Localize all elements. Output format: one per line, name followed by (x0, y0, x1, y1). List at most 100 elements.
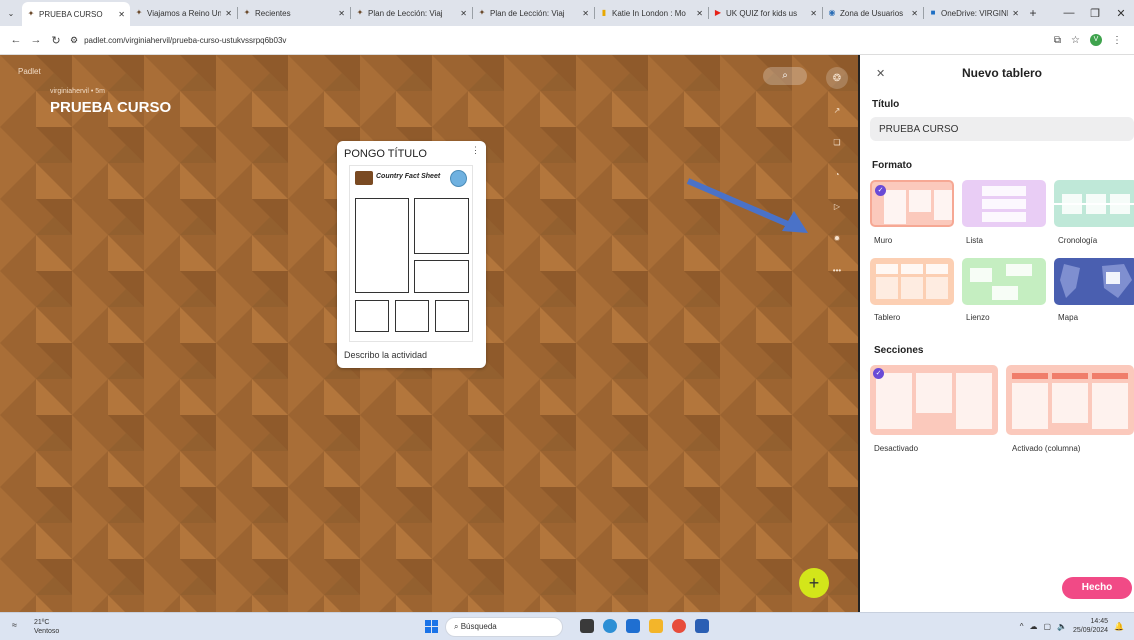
close-tab-icon[interactable]: ✕ (338, 9, 345, 18)
post-title: PONGO TÍTULO (344, 148, 427, 160)
tab-search-icon[interactable]: ⌄ (0, 9, 22, 18)
check-icon: ✓ (873, 368, 884, 379)
sections-columns-option[interactable] (1006, 365, 1134, 435)
tab-prueba-curso[interactable]: ✦ PRUEBA CURSO ✕ (22, 2, 130, 26)
format-cronologia[interactable] (1054, 180, 1134, 227)
remake-button[interactable]: ❏ (826, 131, 848, 153)
worksheet-image[interactable]: Country Fact Sheet (349, 165, 473, 342)
restore-icon[interactable]: ❐ (1082, 7, 1108, 20)
format-lienzo[interactable] (962, 258, 1046, 305)
close-icon[interactable]: ✕ (876, 67, 885, 80)
post-menu-icon[interactable]: ⋮ (471, 145, 480, 156)
board-title[interactable]: PRUEBA CURSO (50, 99, 171, 116)
volume-icon[interactable]: 🔈 (1057, 622, 1067, 631)
share-button[interactable]: ↗ (826, 99, 848, 121)
settings-button[interactable]: ✹ (826, 227, 848, 249)
new-tab-button[interactable]: + (1024, 6, 1042, 20)
close-tab-icon[interactable]: ✕ (1012, 9, 1019, 18)
onedrive-icon: ■ (930, 8, 936, 17)
worksheet-flag-box (414, 260, 469, 293)
cast-icon[interactable]: ⧉ (1054, 35, 1061, 46)
worksheet-map-box (414, 198, 469, 254)
tab-recientes[interactable]: ✦ Recientes ✕ (238, 2, 350, 24)
back-icon[interactable]: ← (6, 34, 26, 46)
slideshow-button[interactable]: ▷ (826, 195, 848, 217)
tab-plan-leccion-1[interactable]: ✦ Plan de Lección: Viaj ✕ (351, 2, 472, 24)
sections-off-option[interactable]: ✓ (870, 365, 998, 435)
clock[interactable]: 14:45 25/09/2024 (1073, 617, 1108, 635)
padlet-icon: ✦ (356, 8, 364, 17)
add-post-button[interactable]: + (799, 568, 829, 598)
tab-zona-usuarios[interactable]: ◉ Zona de Usuarios ✕ (823, 2, 923, 24)
file-explorer-icon[interactable] (649, 619, 663, 633)
play-icon: ▷ (833, 201, 841, 211)
mapa-preview (1060, 264, 1132, 298)
worksheet-facts-box (355, 198, 409, 293)
bookmark-star-icon[interactable]: ☆ (1071, 35, 1080, 46)
format-tablero[interactable] (870, 258, 954, 305)
format-muro[interactable]: ✓ (870, 180, 954, 227)
tab-viajamos[interactable]: ✦ Viajamos a Reino Un ✕ (130, 2, 237, 24)
taskbar-apps (580, 619, 709, 633)
secciones-label: Secciones (874, 345, 924, 356)
format-muro-label: Muro (874, 236, 893, 245)
url-field[interactable]: ⚙ padlet.com/virginiahervil/prueba-curso… (70, 35, 1054, 46)
tab-onedrive[interactable]: ■ OneDrive: VIRGINIA ✕ (924, 2, 1024, 24)
close-tab-icon[interactable]: ✕ (911, 9, 918, 18)
format-mapa-label: Mapa (1058, 313, 1079, 322)
padlet-icon: ✦ (478, 8, 486, 17)
tab-katie-in-london[interactable]: ▮ Katie In London : Mo ✕ (595, 2, 708, 24)
close-tab-icon[interactable]: ✕ (225, 9, 232, 18)
chevron-up-icon[interactable]: ^ (1020, 622, 1024, 631)
cloud-icon[interactable]: ☁ (1029, 622, 1037, 631)
format-lista[interactable] (962, 180, 1046, 227)
network-icon[interactable]: ▢ (1043, 622, 1051, 631)
plus-icon: + (808, 573, 820, 593)
close-window-icon[interactable]: ✕ (1108, 7, 1134, 20)
search-button[interactable]: ⌕ (763, 67, 807, 85)
word-icon[interactable] (695, 619, 709, 633)
wind-icon: ≈ (12, 620, 17, 630)
weather-condition: Ventoso (34, 628, 60, 635)
title-input[interactable] (870, 117, 1134, 141)
tablero-preview (876, 264, 948, 299)
start-button[interactable] (425, 620, 438, 633)
board-author: virginiahervil • 5m (50, 88, 105, 95)
worksheet-box (355, 300, 389, 332)
close-tab-icon[interactable]: ✕ (460, 9, 467, 18)
padlet-brand[interactable]: Padlet (18, 67, 41, 76)
user-avatar-button[interactable]: ❂ (826, 67, 848, 89)
reload-icon[interactable]: ↻ (46, 34, 66, 47)
more-icon: ••• (832, 265, 842, 275)
padlet-icon: ✦ (243, 8, 251, 17)
bookmark-icon: ▮ (601, 8, 607, 17)
temperature: 21ºC (34, 619, 50, 626)
task-view-icon[interactable] (580, 619, 594, 633)
chrome-icon[interactable] (672, 619, 686, 633)
close-tab-icon[interactable]: ✕ (118, 10, 125, 19)
close-tab-icon[interactable]: ✕ (810, 9, 817, 18)
notification-bell-icon[interactable]: 🔔 (1114, 622, 1124, 631)
tab-uk-quiz[interactable]: ▶ UK QUIZ for kids us ✕ (709, 2, 822, 24)
tab-plan-leccion-2[interactable]: ✦ Plan de Lección: Viaj ✕ (473, 2, 594, 24)
forward-icon[interactable]: → (26, 34, 46, 46)
profile-avatar[interactable]: V (1090, 34, 1102, 46)
browser-menu-icon[interactable]: ⋮ (1112, 35, 1122, 46)
close-tab-icon[interactable]: ✕ (696, 9, 703, 18)
notifications-button[interactable]: ◔ (826, 163, 848, 185)
sections-columns-preview (1012, 373, 1128, 429)
edge-icon[interactable] (603, 619, 617, 633)
close-tab-icon[interactable]: ✕ (582, 9, 589, 18)
done-button[interactable]: Hecho (1062, 577, 1132, 599)
post-card[interactable]: PONGO TÍTULO ⋮ Country Fact Sheet Descri… (337, 141, 486, 368)
browser-tab-bar: ⌄ ✦ PRUEBA CURSO ✕ ✦ Viajamos a Reino Un… (0, 0, 1134, 26)
site-settings-icon[interactable]: ⚙ (70, 35, 78, 46)
more-button[interactable]: ••• (826, 259, 848, 281)
system-tray: ^ ☁ ▢ 🔈 14:45 25/09/2024 🔔 (1020, 617, 1124, 635)
format-mapa[interactable] (1054, 258, 1134, 305)
store-icon[interactable] (626, 619, 640, 633)
format-lista-label: Lista (966, 236, 983, 245)
minimize-icon[interactable]: — (1056, 7, 1082, 20)
taskbar-search[interactable]: ⌕ Búsqueda (445, 617, 563, 637)
format-cronologia-label: Cronología (1058, 236, 1098, 245)
